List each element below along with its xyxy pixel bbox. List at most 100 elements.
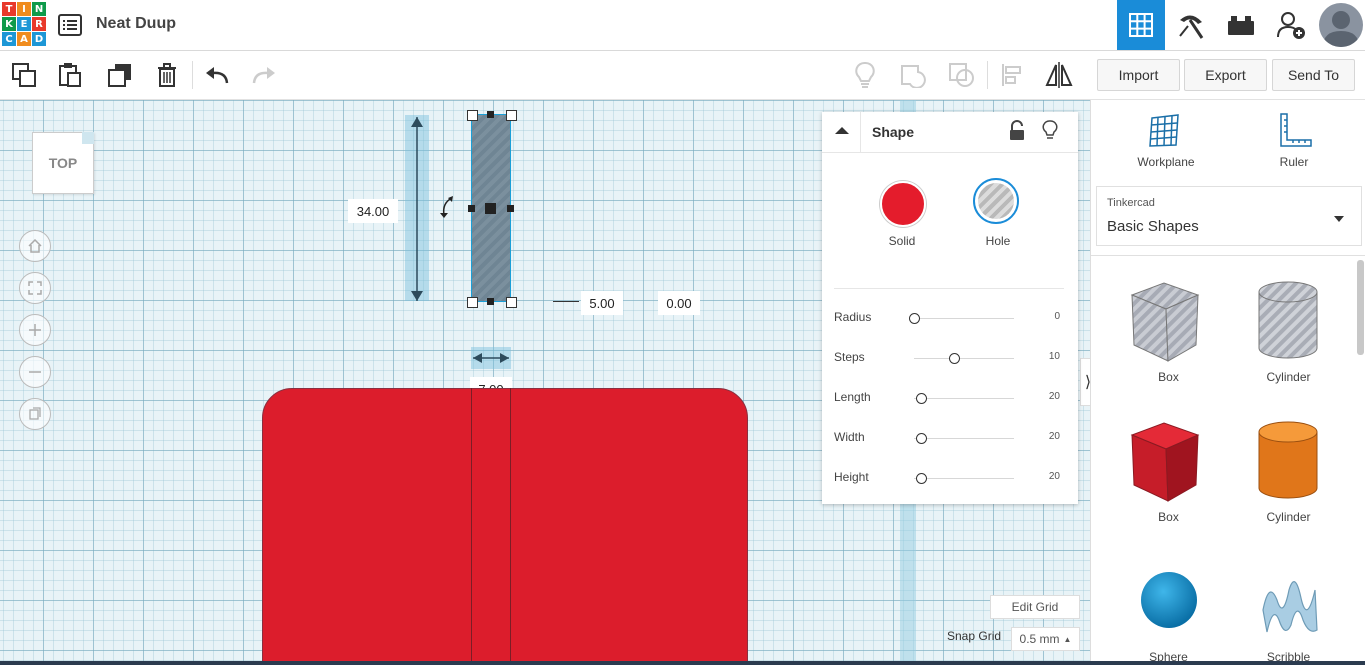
- logo-letter: E: [17, 17, 31, 31]
- send-to-button[interactable]: Send To: [1272, 59, 1355, 91]
- param-slider-track[interactable]: [914, 438, 1014, 439]
- export-button[interactable]: Export: [1184, 59, 1267, 91]
- zoom-out-icon[interactable]: [19, 356, 51, 388]
- y-distance-value[interactable]: 0.00: [658, 291, 700, 315]
- cylinder-solid-icon: [1258, 421, 1318, 499]
- param-slider-knob[interactable]: [949, 353, 960, 364]
- param-slider-knob[interactable]: [909, 313, 920, 324]
- redo-icon[interactable]: [241, 51, 287, 99]
- build-pickaxe-icon[interactable]: [1167, 0, 1215, 50]
- delete-icon[interactable]: [144, 51, 190, 99]
- panel-header-line: [822, 152, 1078, 153]
- resize-handle[interactable]: [467, 297, 478, 308]
- fit-view-icon[interactable]: [19, 272, 51, 304]
- param-slider-track[interactable]: [914, 318, 1014, 319]
- param-value[interactable]: 0: [1054, 311, 1060, 322]
- view-cube[interactable]: TOP: [32, 132, 94, 194]
- light-bulb-icon[interactable]: [1042, 120, 1058, 142]
- edge-handle[interactable]: [507, 205, 514, 212]
- rotate-handle-icon[interactable]: [438, 195, 458, 221]
- solid-label: Solid: [888, 234, 916, 248]
- bricks-icon[interactable]: [1217, 0, 1265, 50]
- collapse-panel-icon[interactable]: [834, 124, 850, 138]
- duplicate-icon[interactable]: [97, 51, 143, 99]
- ungroup-icon[interactable]: [939, 51, 985, 99]
- ruler-icon: [1280, 113, 1312, 147]
- shape-label: Cylinder: [1266, 370, 1311, 384]
- shape-item[interactable]: Cylinder: [1231, 270, 1346, 390]
- light-bulb-icon[interactable]: [842, 51, 888, 99]
- resize-handle[interactable]: [467, 110, 478, 121]
- shape-panel-title: Shape: [872, 124, 915, 140]
- library-source: Tinkercad: [1107, 197, 1155, 209]
- library-name: Basic Shapes: [1107, 218, 1199, 235]
- resize-handle[interactable]: [506, 110, 517, 121]
- grid-view-icon[interactable]: [1117, 0, 1165, 50]
- invite-user-icon[interactable]: [1267, 0, 1315, 50]
- shape-item[interactable]: Cylinder: [1231, 410, 1346, 530]
- shape-item[interactable]: Box: [1111, 410, 1226, 530]
- avatar[interactable]: [1319, 3, 1363, 47]
- tinkercad-logo[interactable]: T I N K E R C A D: [2, 2, 46, 48]
- hole-option-button[interactable]: [973, 178, 1019, 224]
- design-list-icon[interactable]: [58, 14, 82, 36]
- design-title[interactable]: Neat Duup: [96, 15, 176, 33]
- copy-icon[interactable]: [1, 51, 47, 99]
- view-cube-corner: [82, 132, 94, 144]
- param-slider-knob[interactable]: [916, 393, 927, 404]
- workplane-grid-icon: [1149, 114, 1179, 147]
- library-scrollbar[interactable]: [1357, 260, 1364, 355]
- center-handle[interactable]: [485, 203, 496, 214]
- param-slider-track[interactable]: [914, 358, 1014, 359]
- perspective-icon[interactable]: [19, 398, 51, 430]
- right-panel: Workplane Ruler Tinkercad Basic Shapes B…: [1090, 100, 1365, 665]
- param-value[interactable]: 20: [1049, 471, 1060, 482]
- red-box-shape[interactable]: [262, 388, 748, 665]
- edge-handle[interactable]: [487, 111, 494, 118]
- param-value[interactable]: 10: [1049, 351, 1060, 362]
- shape-library-select[interactable]: Tinkercad Basic Shapes: [1096, 186, 1362, 246]
- cylinder-hole-icon: [1258, 281, 1318, 359]
- shape-item[interactable]: Box: [1111, 270, 1226, 390]
- edge-handle[interactable]: [487, 298, 494, 305]
- param-value[interactable]: 20: [1049, 391, 1060, 402]
- x-distance-value[interactable]: 5.00: [581, 291, 623, 315]
- logo-letter: A: [17, 32, 31, 46]
- param-slider-knob[interactable]: [916, 473, 927, 484]
- zoom-in-icon[interactable]: [19, 314, 51, 346]
- workplane-tool[interactable]: Workplane: [1121, 112, 1211, 172]
- height-dimension-value[interactable]: 34.00: [348, 199, 398, 223]
- header-divider: [860, 112, 861, 152]
- edge-handle[interactable]: [468, 205, 475, 212]
- param-slider-track[interactable]: [914, 398, 1014, 399]
- home-view-icon[interactable]: [19, 230, 51, 262]
- param-row-width: Width 20: [834, 428, 1070, 448]
- library-divider: [1091, 255, 1365, 256]
- resize-handle[interactable]: [506, 297, 517, 308]
- paste-icon[interactable]: [47, 51, 93, 99]
- logo-letter: I: [17, 2, 31, 16]
- undo-icon[interactable]: [194, 51, 240, 99]
- group-icon[interactable]: [891, 51, 937, 99]
- edit-grid-button[interactable]: Edit Grid: [990, 595, 1080, 619]
- ruler-tool[interactable]: Ruler: [1249, 112, 1339, 172]
- align-icon[interactable]: [989, 51, 1035, 99]
- top-bar: T I N K E R C A D Neat Duup: [0, 0, 1365, 51]
- param-slider-track[interactable]: [914, 478, 1014, 479]
- shape-item[interactable]: Scribble: [1231, 550, 1346, 665]
- solid-option-button[interactable]: [880, 181, 926, 227]
- param-value[interactable]: 20: [1049, 431, 1060, 442]
- logo-letter: K: [2, 17, 16, 31]
- toolbar-divider: [192, 61, 193, 89]
- height-dimension-arrow: [411, 117, 423, 301]
- import-button[interactable]: Import: [1097, 59, 1180, 91]
- snap-grid-select[interactable]: 0.5 mm ▲: [1011, 627, 1080, 651]
- x-distance-line: [553, 301, 579, 302]
- params-divider: [834, 288, 1064, 289]
- mirror-icon[interactable]: [1036, 51, 1082, 99]
- shape-item[interactable]: Sphere: [1111, 550, 1226, 665]
- param-slider-knob[interactable]: [916, 433, 927, 444]
- panel-toggle-tab[interactable]: ⟩: [1080, 358, 1090, 406]
- lock-icon[interactable]: [1008, 120, 1026, 142]
- sphere-icon: [1141, 572, 1197, 628]
